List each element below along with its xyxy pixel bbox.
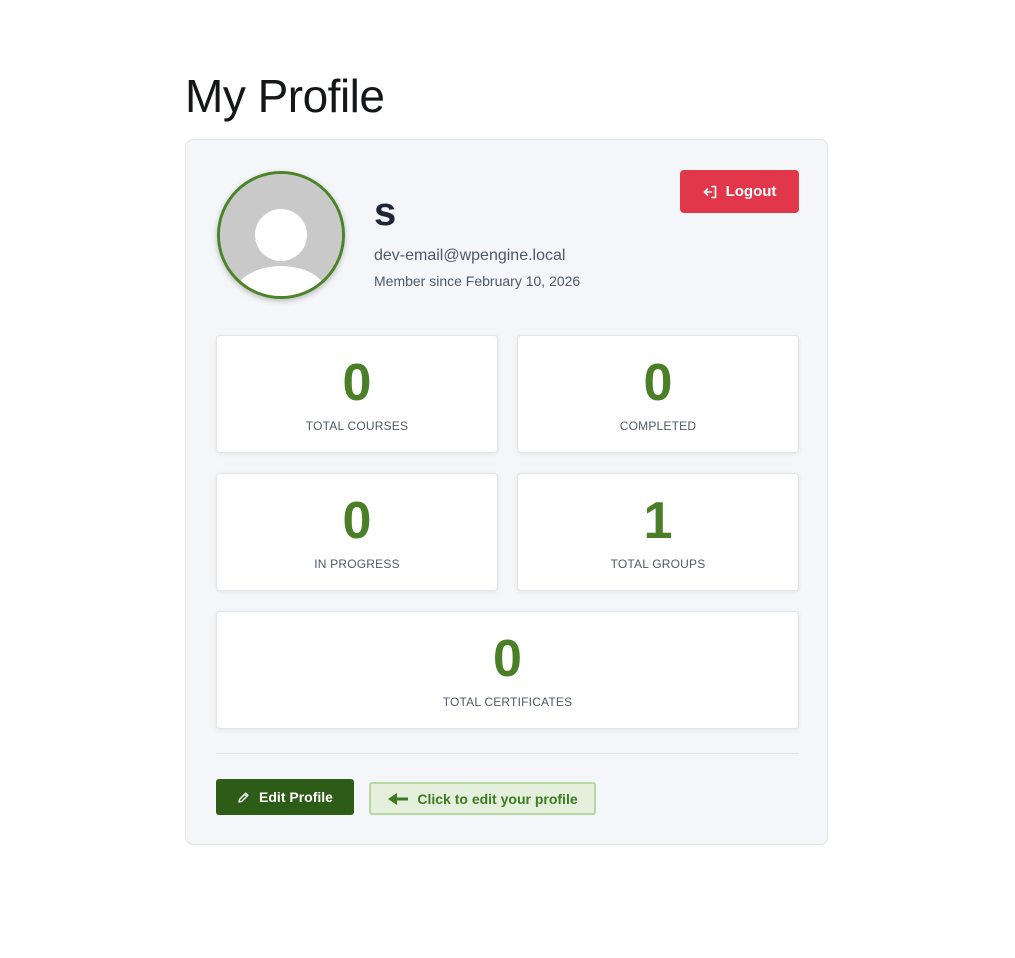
stat-total-courses: 0 TOTAL COURSES — [216, 335, 498, 453]
stat-value: 0 — [493, 630, 522, 688]
edit-profile-hint: Click to edit your profile — [369, 782, 596, 815]
profile-page: My Profile s dev-email@wpengine.local Me… — [0, 0, 1015, 958]
profile-card: s dev-email@wpengine.local Member since … — [185, 139, 828, 845]
stat-label: TOTAL GROUPS — [610, 557, 706, 571]
stat-value: 0 — [342, 354, 372, 412]
user-email: dev-email@wpengine.local — [374, 247, 566, 264]
stat-total-groups: 1 TOTAL GROUPS — [517, 473, 799, 591]
stat-label: COMPLETED — [619, 419, 697, 433]
avatar — [217, 171, 345, 299]
page-title: My Profile — [185, 70, 385, 122]
member-since: Member since February 10, 2026 — [374, 273, 581, 289]
stat-completed: 0 COMPLETED — [517, 335, 799, 453]
stat-label: IN PROGRESS — [314, 557, 400, 571]
stat-label: TOTAL COURSES — [305, 419, 409, 433]
logout-arrow-icon — [703, 185, 716, 198]
edit-profile-hint-text: Click to edit your profile — [417, 790, 578, 807]
stat-in-progress: 0 IN PROGRESS — [216, 473, 498, 591]
arrow-left-icon — [388, 792, 409, 805]
stat-value: 0 — [643, 354, 673, 412]
divider — [216, 753, 799, 754]
stat-value: 1 — [643, 492, 673, 550]
user-name: s — [374, 190, 397, 234]
stat-total-certificates: 0 TOTAL CERTIFICATES — [216, 611, 799, 729]
edit-profile-label: Edit Profile — [259, 789, 333, 805]
edit-profile-button[interactable]: Edit Profile — [216, 779, 354, 815]
stat-value: 0 — [342, 492, 372, 550]
user-silhouette-icon — [220, 174, 342, 296]
stat-label: TOTAL CERTIFICATES — [442, 695, 573, 709]
logout-button[interactable]: Logout — [680, 170, 799, 213]
pencil-icon — [238, 791, 249, 803]
logout-label: Logout — [725, 183, 777, 200]
